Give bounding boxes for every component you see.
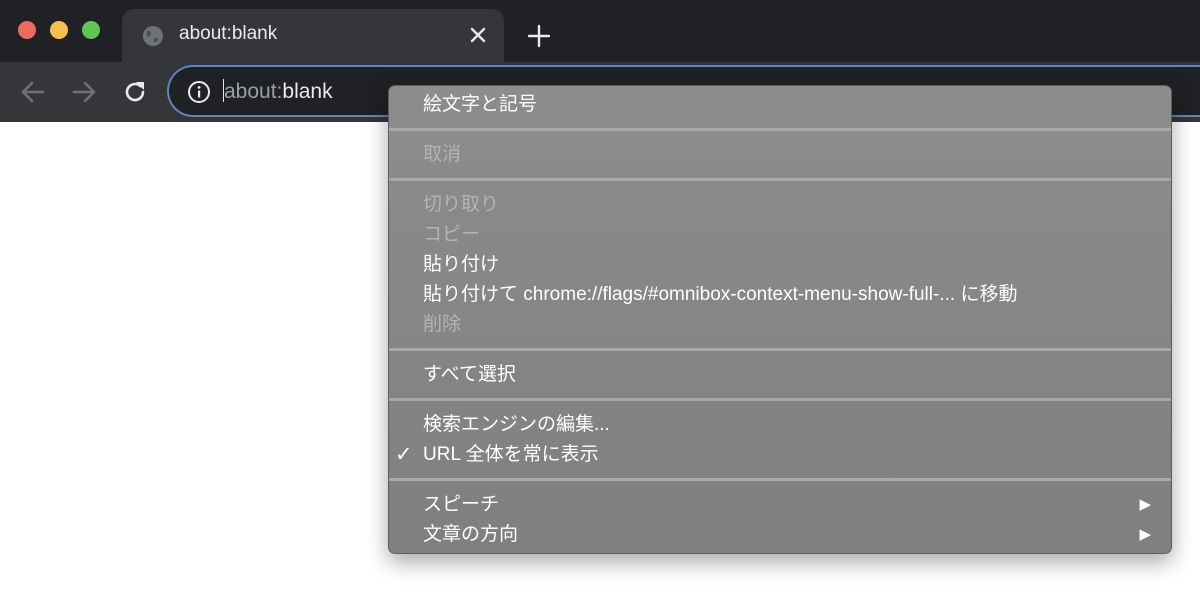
window-minimize-button[interactable] xyxy=(50,21,68,39)
menu-item-paste[interactable]: 貼り付け xyxy=(389,250,1171,280)
menu-item-speech[interactable]: スピーチ ▶ xyxy=(389,490,1171,520)
menu-item-select-all[interactable]: すべて選択 xyxy=(389,360,1171,390)
menu-item-copy: コピー xyxy=(423,224,481,245)
menu-item-label: 文章の方向 xyxy=(423,524,519,545)
info-icon[interactable] xyxy=(187,80,211,104)
close-icon[interactable] xyxy=(467,24,489,46)
menu-separator xyxy=(389,348,1171,351)
url-scheme: about: xyxy=(224,80,283,103)
checkmark-icon: ✓ xyxy=(395,443,413,466)
new-tab-plus-icon[interactable] xyxy=(527,24,551,48)
menu-separator xyxy=(389,478,1171,481)
url-host: blank xyxy=(282,80,333,103)
context-menu: 絵文字と記号 取消 切り取り コピー 貼り付け 貼り付けて chrome://f… xyxy=(388,85,1172,554)
menu-separator xyxy=(389,178,1171,181)
tab-title: about:blank xyxy=(179,23,278,44)
menu-item-edit-search-engines[interactable]: 検索エンジンの編集... xyxy=(389,410,1171,440)
window-close-button[interactable] xyxy=(18,21,36,39)
menu-item-emoji[interactable]: 絵文字と記号 xyxy=(389,90,1171,120)
menu-separator xyxy=(389,398,1171,401)
menu-separator xyxy=(389,128,1171,131)
window-zoom-button[interactable] xyxy=(82,21,100,39)
menu-item-label: URL 全体を常に表示 xyxy=(423,444,599,465)
globe-icon xyxy=(143,26,163,46)
url-text[interactable]: about:blank xyxy=(223,79,333,104)
tab-strip: about:blank xyxy=(0,0,1200,62)
menu-item-text-direction[interactable]: 文章の方向 ▶ xyxy=(389,520,1171,550)
menu-item-show-full-url[interactable]: ✓ URL 全体を常に表示 xyxy=(389,440,1171,470)
menu-item-paste-and-go[interactable]: 貼り付けて chrome://flags/#omnibox-context-me… xyxy=(389,280,1171,310)
menu-item-label: スピーチ xyxy=(423,494,500,515)
reload-icon[interactable] xyxy=(121,78,149,106)
menu-item-undo: 取消 xyxy=(423,144,462,165)
menu-item-delete: 削除 xyxy=(423,314,462,335)
submenu-arrow-icon: ▶ xyxy=(1139,526,1151,543)
menu-item-cut: 切り取り xyxy=(423,194,500,215)
forward-arrow-icon[interactable] xyxy=(70,78,98,106)
submenu-arrow-icon: ▶ xyxy=(1139,496,1151,513)
tab-about-blank[interactable]: about:blank xyxy=(122,9,504,62)
back-arrow-icon[interactable] xyxy=(19,78,47,106)
